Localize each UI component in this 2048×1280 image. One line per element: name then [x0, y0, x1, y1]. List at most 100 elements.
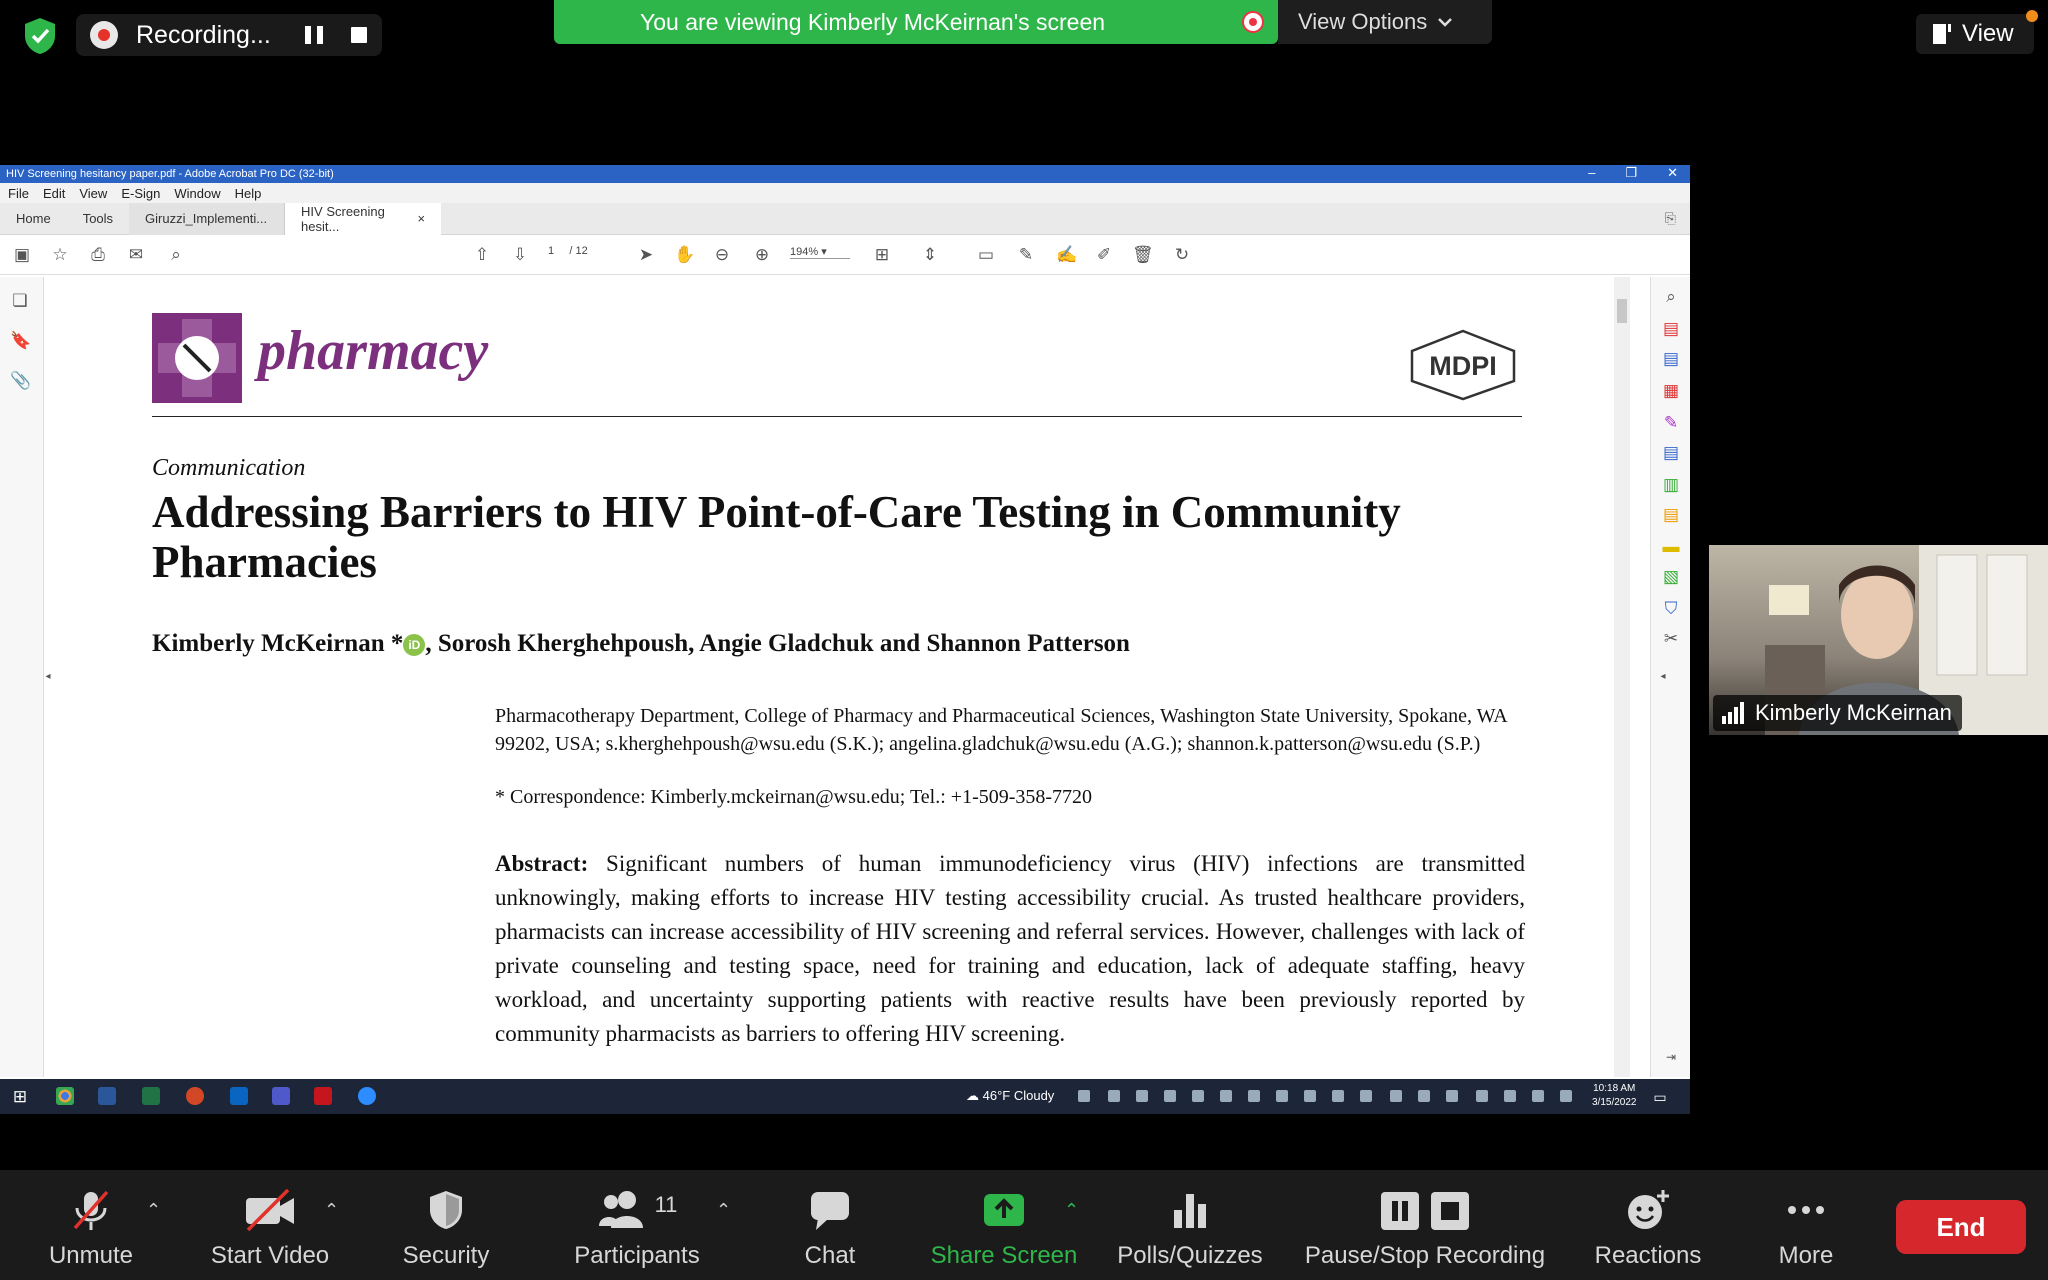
- restore-icon[interactable]: ❐: [1625, 165, 1637, 181]
- pdf-scroll-thumb[interactable]: [1617, 299, 1627, 323]
- windows-start-icon[interactable]: ⊞: [10, 1087, 30, 1107]
- menu-esign[interactable]: E-Sign: [121, 186, 160, 201]
- expand-tools-icon[interactable]: ⇥: [1661, 1047, 1681, 1067]
- chat-button[interactable]: Chat: [790, 1188, 870, 1280]
- pause-recording-button[interactable]: [304, 26, 323, 44]
- combine-files-icon[interactable]: ▥: [1661, 475, 1681, 495]
- share-icon[interactable]: ⎘: [1665, 210, 1676, 227]
- powerpoint-icon[interactable]: [186, 1087, 204, 1105]
- scan-ocr-icon[interactable]: ▧: [1661, 567, 1681, 587]
- bookmarks-icon[interactable]: 🔖: [10, 331, 31, 351]
- bluetooth-icon[interactable]: [1390, 1090, 1402, 1102]
- zoom-out-icon[interactable]: ⊖: [712, 245, 732, 265]
- participant-video-tile[interactable]: Kimberly McKeirnan: [1709, 545, 2048, 735]
- video-options-chevron-icon[interactable]: ⌃: [324, 1200, 339, 1221]
- tray-icon[interactable]: [1108, 1090, 1120, 1102]
- organize-pages-icon[interactable]: ▦: [1661, 381, 1681, 401]
- tray-icon[interactable]: [1192, 1090, 1204, 1102]
- tray-icon[interactable]: [1446, 1090, 1458, 1102]
- scroll-mode-icon[interactable]: ⇕: [920, 245, 940, 265]
- volume-icon[interactable]: [1476, 1090, 1488, 1102]
- edit-pdf-icon[interactable]: ▤: [1661, 443, 1681, 463]
- tray-icon[interactable]: [1304, 1090, 1316, 1102]
- tray-icon[interactable]: [1418, 1090, 1430, 1102]
- protect-icon[interactable]: ⛉: [1661, 599, 1681, 619]
- security-shield-icon[interactable]: [22, 16, 58, 56]
- tray-icon[interactable]: [1504, 1090, 1516, 1102]
- tab-document-hiv[interactable]: HIV Screening hesit... ×: [285, 202, 442, 235]
- audio-options-chevron-icon[interactable]: ⌃: [146, 1200, 161, 1221]
- excel-icon[interactable]: [142, 1087, 160, 1105]
- sign-icon[interactable]: ✍: [1056, 245, 1077, 265]
- more-tools-icon[interactable]: ✂: [1661, 629, 1681, 649]
- tray-icon[interactable]: [1136, 1090, 1148, 1102]
- zoom-in-icon[interactable]: ⊕: [752, 245, 772, 265]
- highlight-pen-icon[interactable]: ✎: [1016, 245, 1036, 265]
- comment-icon[interactable]: ▭: [976, 245, 996, 265]
- more-button[interactable]: More: [1766, 1188, 1846, 1280]
- select-cursor-icon[interactable]: ➤: [636, 245, 656, 265]
- hand-tool-icon[interactable]: ✋: [674, 245, 695, 265]
- tab-home[interactable]: Home: [0, 203, 67, 235]
- share-options-chevron-icon[interactable]: ⌃: [1064, 1200, 1079, 1221]
- tray-icon[interactable]: [1220, 1090, 1232, 1102]
- view-options-dropdown[interactable]: View Options: [1278, 0, 1492, 44]
- attachments-icon[interactable]: 📎: [10, 371, 31, 391]
- pause-stop-recording-button[interactable]: Pause/Stop Recording: [1300, 1188, 1550, 1280]
- fit-page-icon[interactable]: ⊞: [872, 245, 892, 265]
- tab-document-giruzzi[interactable]: Giruzzi_Implementi...: [129, 202, 286, 235]
- collapse-right-icon[interactable]: ◂: [1653, 667, 1673, 687]
- print-icon[interactable]: ⎙: [88, 245, 108, 265]
- tray-icon[interactable]: [1332, 1090, 1344, 1102]
- tray-icon[interactable]: [1078, 1090, 1090, 1102]
- close-icon[interactable]: ✕: [1667, 165, 1678, 181]
- start-video-button[interactable]: Start Video: [200, 1188, 340, 1280]
- view-layout-button[interactable]: View: [1916, 14, 2034, 54]
- reactions-button[interactable]: Reactions: [1586, 1188, 1710, 1280]
- security-button[interactable]: Security: [396, 1188, 496, 1280]
- tray-icon[interactable]: [1248, 1090, 1260, 1102]
- onedrive-icon[interactable]: [1276, 1090, 1288, 1102]
- minimize-icon[interactable]: –: [1588, 165, 1595, 181]
- search-icon[interactable]: ⌕: [166, 245, 186, 265]
- share-screen-button[interactable]: Share Screen: [924, 1188, 1084, 1280]
- teams-icon[interactable]: [272, 1087, 290, 1105]
- tab-close-icon[interactable]: ×: [417, 211, 425, 226]
- page-number-field[interactable]: 1 / 12: [548, 245, 588, 257]
- network-icon[interactable]: [1532, 1090, 1544, 1102]
- zoom-taskbar-icon[interactable]: [358, 1087, 376, 1105]
- acrobat-taskbar-icon[interactable]: [314, 1087, 332, 1105]
- save-icon[interactable]: ▣: [12, 245, 32, 265]
- zoom-level-field[interactable]: 194% ▾: [790, 245, 850, 259]
- participants-options-chevron-icon[interactable]: ⌃: [716, 1200, 731, 1221]
- polls-quizzes-button[interactable]: Polls/Quizzes: [1112, 1188, 1268, 1280]
- menu-window[interactable]: Window: [174, 186, 220, 201]
- email-icon[interactable]: ✉: [126, 245, 146, 265]
- menu-file[interactable]: File: [8, 186, 29, 201]
- weather-widget[interactable]: ☁ 46°F Cloudy: [966, 1088, 1054, 1104]
- send-for-comments-icon[interactable]: ▤: [1661, 505, 1681, 525]
- word-icon[interactable]: [98, 1087, 116, 1105]
- stop-recording-button[interactable]: [350, 27, 367, 43]
- microphone-tray-icon[interactable]: [1164, 1090, 1176, 1102]
- outlook-icon[interactable]: [230, 1087, 248, 1105]
- export-pdf-icon[interactable]: ▤: [1661, 349, 1681, 369]
- tray-icon[interactable]: [1360, 1090, 1372, 1102]
- taskbar-clock[interactable]: 10:18 AM 3/15/2022: [1592, 1082, 1637, 1110]
- menu-help[interactable]: Help: [235, 186, 262, 201]
- delete-icon[interactable]: 🗑: [1132, 245, 1154, 265]
- notifications-icon[interactable]: ▭: [1650, 1087, 1670, 1107]
- fill-sign-icon[interactable]: ✎: [1661, 413, 1681, 433]
- chrome-icon[interactable]: [56, 1087, 74, 1105]
- menu-edit[interactable]: Edit: [43, 186, 65, 201]
- stamp-icon[interactable]: ✐: [1094, 245, 1114, 265]
- create-pdf-icon[interactable]: ▤: [1661, 319, 1681, 339]
- bookmark-star-icon[interactable]: ☆: [50, 245, 70, 265]
- page-thumbnails-icon[interactable]: ❏: [10, 291, 30, 311]
- page-up-icon[interactable]: ⇧: [472, 245, 492, 265]
- menu-view[interactable]: View: [79, 186, 107, 201]
- keyboard-icon[interactable]: [1560, 1090, 1572, 1102]
- zoom-tool-icon[interactable]: ⌕: [1661, 287, 1681, 307]
- participants-button[interactable]: 11 Participants: [562, 1188, 712, 1280]
- expand-left-icon[interactable]: ◂: [38, 667, 58, 687]
